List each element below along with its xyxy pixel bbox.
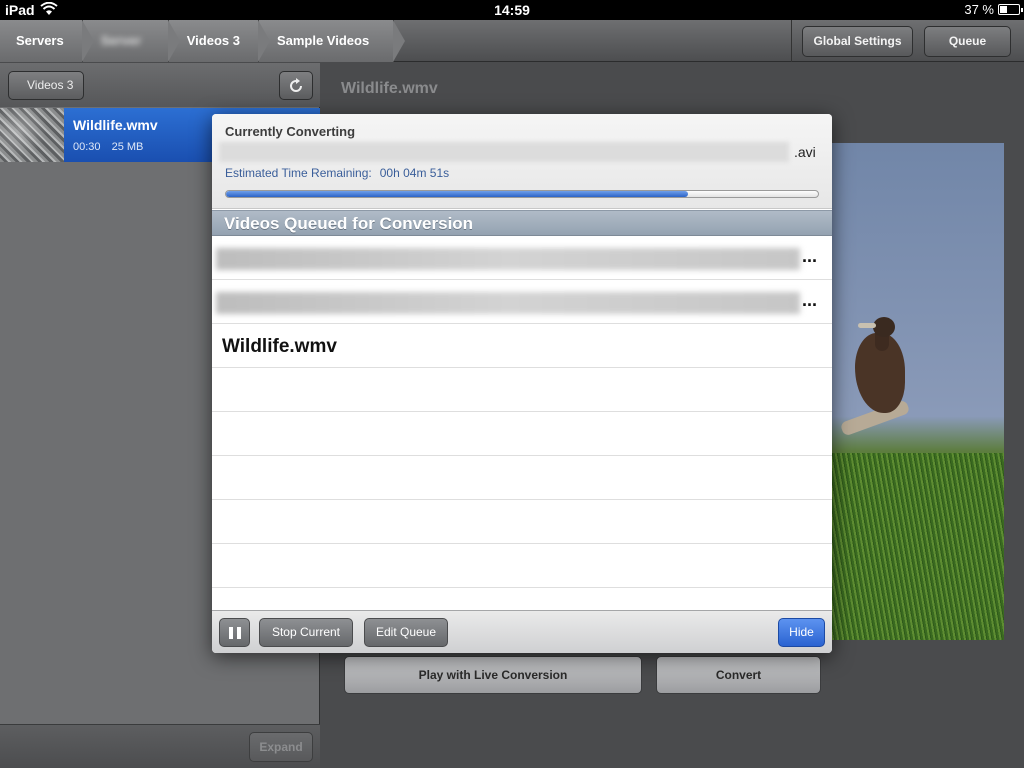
video-title: Wildlife.wmv — [73, 117, 158, 133]
queue-section-header: Videos Queued for Conversion — [212, 210, 832, 236]
empty-queue-row — [212, 368, 832, 412]
back-button[interactable]: Videos 3 — [8, 71, 85, 100]
left-panel-header: Videos 3 — [0, 63, 320, 107]
current-file-name: .avi — [219, 142, 816, 162]
redacted-filename — [216, 248, 800, 270]
queue-button[interactable]: Queue — [924, 26, 1011, 57]
breadcrumb: Servers Server Videos 3 Sample Videos — [0, 20, 406, 62]
top-toolbar: Servers Server Videos 3 Sample Videos Gl… — [0, 20, 1024, 62]
left-panel-footer: Expand — [0, 724, 320, 768]
eta-value: 00h 04m 51s — [379, 166, 450, 180]
truncation-ellipsis: ... — [802, 290, 818, 310]
conversion-queue-popover: Currently Converting .avi Estimated Time… — [212, 114, 832, 653]
global-settings-button[interactable]: Global Settings — [802, 26, 913, 57]
convert-button[interactable]: Convert — [656, 656, 821, 694]
battery-percent: 37 % — [964, 2, 994, 17]
refresh-button[interactable] — [279, 71, 313, 100]
popover-toolbar: Stop Current Edit Queue Hide — [212, 610, 832, 653]
breadcrumb-server[interactable]: Server — [82, 20, 180, 62]
progress-fill — [226, 191, 688, 197]
hide-button[interactable]: Hide — [778, 618, 825, 647]
pause-button[interactable] — [219, 618, 250, 647]
edit-queue-button[interactable]: Edit Queue — [364, 618, 448, 647]
breadcrumb-servers[interactable]: Servers — [0, 20, 94, 62]
truncation-ellipsis: ... — [802, 246, 818, 266]
currently-converting-label: Currently Converting — [225, 124, 356, 139]
conversion-progress-bar — [225, 190, 819, 198]
empty-queue-row — [212, 500, 832, 544]
redacted-filename — [219, 142, 789, 162]
video-size: 25 MB — [111, 141, 144, 153]
video-thumbnail — [0, 108, 64, 162]
toolbar-divider — [791, 20, 792, 62]
play-live-conversion-button[interactable]: Play with Live Conversion — [344, 656, 642, 694]
redacted-filename — [216, 292, 800, 314]
empty-queue-row — [212, 544, 832, 588]
empty-queue-row — [212, 412, 832, 456]
queue-list: ... ... Wildlife.wmv — [212, 236, 832, 610]
queue-item[interactable]: ... — [212, 236, 832, 280]
queue-item[interactable]: ... — [212, 280, 832, 324]
breadcrumb-sample-videos[interactable]: Sample Videos — [258, 20, 406, 62]
empty-queue-row — [212, 456, 832, 500]
eta-label: Estimated Time Remaining: — [225, 166, 372, 180]
refresh-icon — [288, 78, 304, 98]
stop-current-button[interactable]: Stop Current — [259, 618, 353, 647]
queue-item[interactable]: Wildlife.wmv — [212, 324, 832, 368]
video-meta: 00:30 25 MB — [73, 141, 151, 153]
video-preview-image — [825, 143, 1004, 640]
expand-button[interactable]: Expand — [249, 732, 313, 762]
current-file-extension: .avi — [794, 144, 816, 160]
battery-icon — [998, 4, 1023, 15]
current-conversion-section: Currently Converting .avi Estimated Time… — [212, 114, 832, 209]
queue-item-name: Wildlife.wmv — [222, 336, 337, 357]
breadcrumb-videos-3[interactable]: Videos 3 — [168, 20, 271, 62]
status-bar: iPad 14:59 37 % — [0, 0, 1024, 20]
detail-title: Wildlife.wmv — [341, 80, 438, 97]
video-duration: 00:30 — [73, 141, 101, 153]
eta-text: Estimated Time Remaining: 00h 04m 51s — [225, 166, 449, 180]
clock: 14:59 — [494, 2, 530, 18]
